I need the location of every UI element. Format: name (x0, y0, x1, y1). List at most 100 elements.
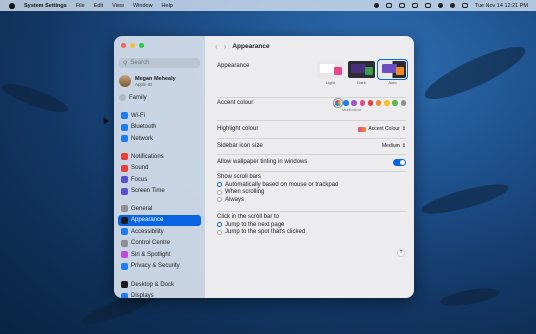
display-icon (121, 292, 128, 298)
menu-clock[interactable]: Tue Nov 14 12:21 PM (475, 3, 528, 9)
sidebar-item-general[interactable]: General (118, 203, 201, 215)
sidebar-item-bluetooth[interactable]: Bluetooth (118, 122, 201, 134)
theme-dark-label: Dark (357, 80, 366, 85)
scroll-option-when-scrolling[interactable]: When scrolling (217, 189, 264, 197)
control-icon[interactable] (373, 3, 379, 8)
search-icon: ⚲ (123, 60, 128, 67)
globe-icon (121, 135, 128, 143)
control-centre-icon (121, 239, 128, 247)
help-button[interactable]: ? (397, 249, 405, 257)
sidebar-item-notifications[interactable]: Notifications (118, 151, 201, 163)
click-option-next-page[interactable]: Jump to the next page (217, 221, 284, 229)
sidebar-item-family[interactable]: Family (119, 94, 147, 101)
spotlight-icon[interactable] (449, 3, 455, 8)
siri-icon (121, 251, 128, 259)
sidebar-item-siri-spotlight[interactable]: Siri & Spotlight (118, 249, 201, 261)
click-option-spot-clicked[interactable]: Jump to the spot that's clicked (217, 229, 305, 237)
theme-light[interactable]: Light (317, 61, 344, 85)
sidebar-item-privacy-security[interactable]: Privacy & Security (118, 261, 201, 273)
page-title: Appearance (232, 43, 270, 50)
speaker-icon (121, 164, 128, 172)
accent-swatch[interactable] (351, 100, 357, 106)
highlight-colour-popup[interactable]: Accent Colour ⇕ (358, 126, 406, 132)
radio-button[interactable] (217, 229, 222, 235)
sidebar-item-label: Family (129, 94, 147, 101)
sidebar-item-label: Control Centre (131, 240, 171, 247)
sidebar-item-sound[interactable]: Sound (118, 163, 201, 175)
wallpaper-shark (439, 284, 501, 310)
sidebar-icon-size-popup[interactable]: Medium ⇕ (382, 143, 406, 149)
sidebar-item-control-centre[interactable]: Control Centre (118, 238, 201, 250)
radio-label: Jump to the spot that's clicked (225, 229, 306, 236)
sidebar-item-label: Notifications (131, 153, 164, 160)
menu-file[interactable]: File (76, 3, 85, 9)
battery-icon[interactable] (424, 3, 431, 8)
radio-button[interactable] (217, 182, 222, 188)
accent-caption: Multicolour (342, 106, 362, 112)
sidebar-item-displays[interactable]: Displays (118, 291, 201, 298)
menu-help[interactable]: Help (162, 3, 173, 9)
accent-swatch[interactable] (343, 100, 349, 106)
accent-swatch[interactable] (359, 100, 366, 106)
highlight-colour-row: Highlight colour Accent Colour ⇕ (217, 123, 406, 135)
dock-icon (121, 281, 128, 289)
scroll-option-always[interactable]: Always (217, 196, 244, 204)
wallpaper-tinting-row: Allow wallpaper tinting in windows (217, 156, 406, 168)
menu-edit[interactable]: Edit (94, 3, 103, 9)
radio-button[interactable] (217, 222, 222, 228)
window-controls (121, 43, 144, 48)
sidebar-item-label: Privacy & Security (131, 263, 180, 270)
radio-button[interactable] (217, 189, 222, 195)
click-scroll-bar-section: Click in the scroll bar to Jump to the n… (217, 214, 406, 236)
theme-dark[interactable]: Dark (348, 61, 375, 85)
sidebar-item-appearance[interactable]: Appearance (118, 214, 201, 226)
menu-app-name[interactable]: System Settings (24, 3, 67, 9)
control-centre-menu-icon[interactable] (461, 3, 468, 8)
minimize-button[interactable] (130, 43, 135, 48)
sidebar: ⚲ Search Megan Mehealy Apple ID Family W… (114, 36, 205, 298)
accent-colour-swatches (335, 100, 406, 106)
scroll-option-automatic[interactable]: Automatically based on mouse or trackpad (217, 181, 338, 189)
chevron-updown-icon: ⇕ (401, 143, 406, 149)
search-input[interactable]: ⚲ Search (119, 58, 200, 68)
back-chevron-icon[interactable]: ‹ (215, 42, 218, 51)
wifi-menu-icon[interactable] (437, 3, 443, 8)
close-button[interactable] (121, 43, 126, 48)
accent-swatch[interactable] (375, 100, 382, 106)
accent-swatch[interactable] (392, 100, 398, 106)
sidebar-item-label: Focus (131, 176, 148, 183)
sidebar-item-label: Appearance (131, 217, 164, 224)
sidebar-group-desktop: Desktop & Dock Displays (118, 279, 201, 298)
accent-swatch[interactable] (384, 100, 390, 106)
sidebar-item-accessibility[interactable]: Accessibility (118, 226, 201, 238)
menu-view[interactable]: View (112, 3, 124, 9)
accent-swatch[interactable] (335, 100, 341, 106)
wallpaper-tinting-toggle[interactable] (393, 158, 406, 166)
screen-icon[interactable] (385, 3, 392, 8)
sidebar-item-screen-time[interactable]: Screen Time (118, 186, 201, 198)
apple-icon[interactable] (9, 2, 15, 9)
click-scroll-bar-label: Click in the scroll bar to (217, 214, 280, 220)
apple-id-profile[interactable]: Megan Mehealy Apple ID (119, 75, 176, 87)
sidebar-item-focus[interactable]: Focus (118, 174, 201, 186)
headphones-icon[interactable] (398, 3, 405, 8)
menu-window[interactable]: Window (133, 3, 153, 9)
theme-auto-thumbnail (377, 59, 408, 80)
sidebar-item-network[interactable]: Network (118, 133, 201, 145)
forward-chevron-icon[interactable]: › (224, 42, 227, 51)
sidebar-group-network: Wi-Fi Bluetooth Network (118, 110, 201, 145)
sidebar-item-wi-fi[interactable]: Wi-Fi (118, 110, 201, 122)
sidebar-item-label: Accessibility (131, 228, 164, 235)
moon-icon (121, 176, 128, 184)
radio-button[interactable] (217, 197, 222, 203)
sidebar-item-desktop-dock[interactable]: Desktop & Dock (118, 279, 201, 291)
theme-auto[interactable]: Auto (377, 59, 408, 85)
hourglass-icon (121, 187, 128, 195)
divider (217, 138, 406, 139)
zoom-button[interactable] (139, 43, 144, 48)
display-menu-icon[interactable] (411, 3, 418, 8)
radio-label: Jump to the next page (225, 221, 285, 228)
accent-swatch[interactable] (367, 100, 374, 106)
sidebar-item-label: Sound (131, 165, 149, 172)
accent-swatch[interactable] (400, 100, 406, 106)
